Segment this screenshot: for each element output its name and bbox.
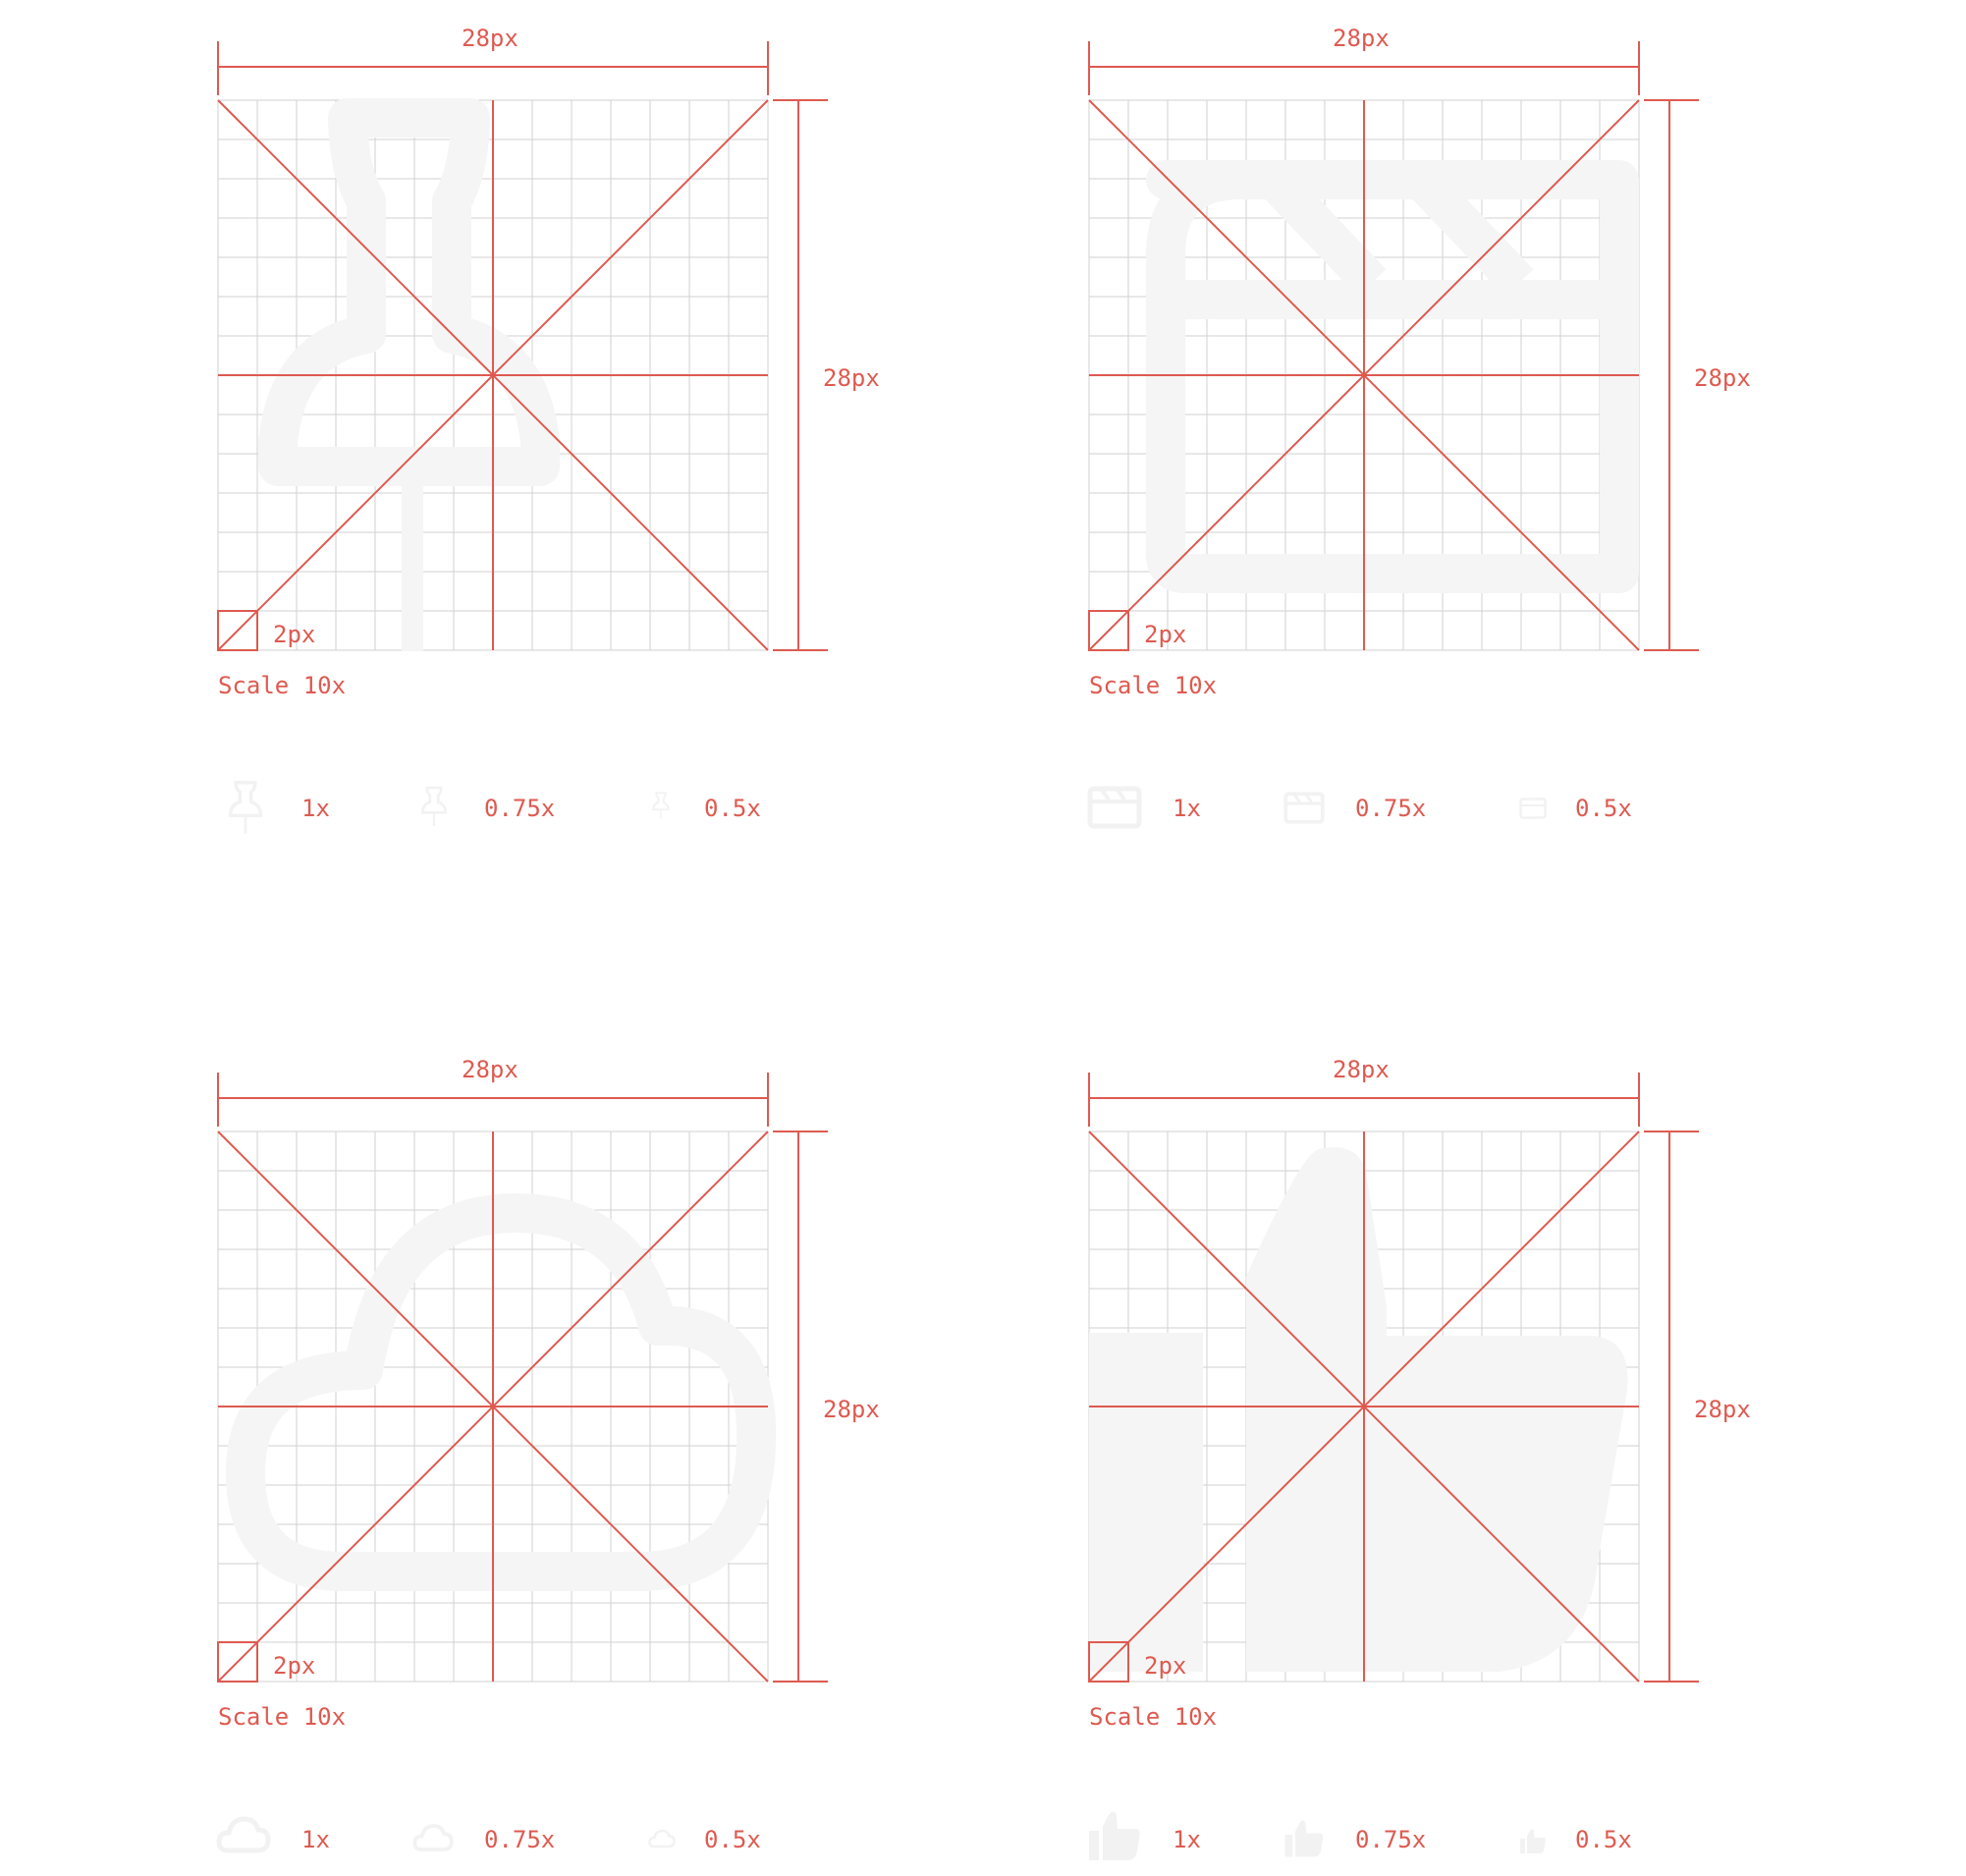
thumbs-up-construction-grid: [1088, 1073, 1699, 1683]
preview-label-075x: 0.75x: [484, 795, 556, 822]
scale-label: Scale 10x: [218, 672, 347, 699]
clapperboard-icon: [1283, 792, 1325, 824]
pushpin-icon: [421, 786, 447, 826]
scale-label: Scale 10x: [218, 1703, 347, 1731]
clapperboard-icon: [1087, 786, 1142, 829]
preview-label-05x: 0.5x: [704, 795, 761, 822]
icon-panel-clapperboard: 28px 28px 2px Scale 10x 1x 0.75x 0.5x: [1087, 0, 1912, 845]
thumbs-up-icon: [1284, 1820, 1324, 1857]
preview-label-075x: 0.75x: [484, 1826, 556, 1853]
width-dimension-label: 28px: [462, 25, 519, 52]
height-dimension-label: 28px: [823, 364, 880, 392]
clapperboard-construction-grid: [1088, 41, 1699, 651]
pushpin-construction-grid: [217, 41, 828, 651]
stroke-size-label: 2px: [273, 621, 316, 648]
cloud-construction-grid: [217, 1073, 828, 1683]
preview-label-1x: 1x: [1173, 795, 1201, 822]
height-dimension-label: 28px: [1694, 1396, 1751, 1423]
thumbs-up-icon: [1089, 1147, 1628, 1672]
cloud-icon: [216, 1816, 271, 1853]
preview-label-1x: 1x: [301, 1826, 330, 1853]
clapperboard-icon: [1519, 798, 1547, 819]
cloud-icon: [412, 1824, 454, 1851]
icon-panel-cloud: 28px 28px 2px Scale 10x 1x 0.75x 0.5x: [216, 1031, 1041, 1876]
stroke-size-label: 2px: [273, 1652, 316, 1680]
scale-label: Scale 10x: [1089, 1703, 1218, 1731]
preview-label-05x: 0.5x: [1575, 795, 1632, 822]
icon-panel-thumbs-up: 28px 28px 2px Scale 10x 1x 0.75x 0.5x: [1087, 1031, 1912, 1876]
scale-label: Scale 10x: [1089, 672, 1218, 699]
preview-label-075x: 0.75x: [1355, 1826, 1427, 1853]
preview-label-1x: 1x: [301, 795, 330, 822]
cloud-icon: [648, 1829, 676, 1848]
icon-panel-pushpin: 28px 28px 2px Scale 10x 1x 0.75x 0.5x: [216, 0, 1041, 845]
cloud-icon: [226, 1193, 777, 1591]
width-dimension-label: 28px: [1333, 1056, 1390, 1083]
width-dimension-label: 28px: [462, 1056, 519, 1083]
thumbs-up-icon: [1520, 1829, 1546, 1853]
clapperboard-icon: [1146, 160, 1639, 593]
width-dimension-label: 28px: [1333, 25, 1390, 52]
pushpin-icon: [652, 792, 670, 819]
stroke-size-label: 2px: [1144, 1652, 1187, 1680]
stroke-size-label: 2px: [1144, 621, 1187, 648]
height-dimension-label: 28px: [1694, 364, 1751, 392]
pushpin-icon: [228, 781, 263, 834]
preview-label-05x: 0.5x: [1575, 1826, 1632, 1853]
preview-label-1x: 1x: [1173, 1826, 1201, 1853]
preview-label-075x: 0.75x: [1355, 795, 1427, 822]
preview-label-05x: 0.5x: [704, 1826, 761, 1853]
height-dimension-label: 28px: [823, 1396, 880, 1423]
thumbs-up-icon: [1089, 1811, 1140, 1860]
